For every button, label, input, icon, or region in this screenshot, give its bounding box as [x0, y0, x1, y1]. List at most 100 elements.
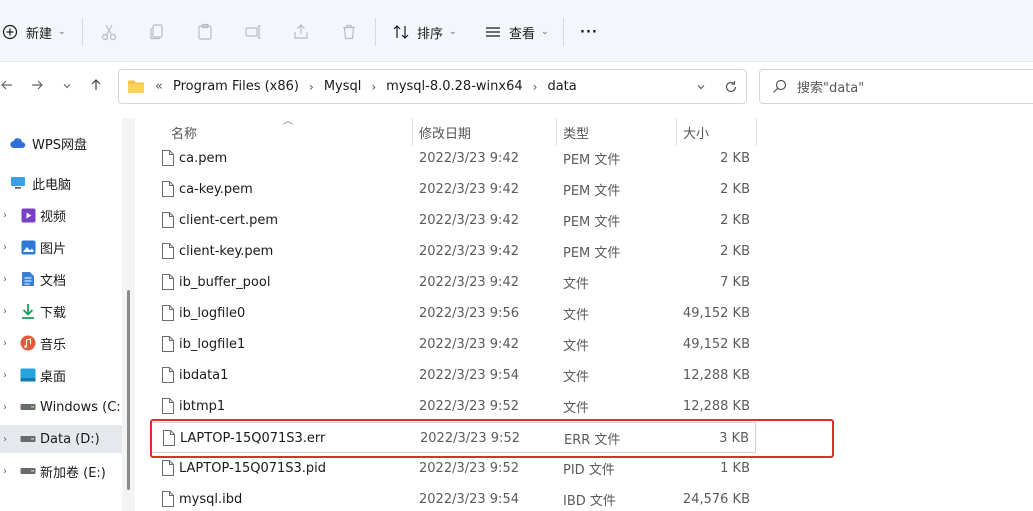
delete-button[interactable]	[339, 18, 359, 46]
chevron-right-icon[interactable]: ›	[0, 402, 10, 413]
column-header-date[interactable]: 修改日期	[419, 118, 471, 146]
search-placeholder: 搜索"data"	[797, 81, 865, 96]
file-size: 2 KB	[720, 182, 750, 197]
sidebar-item-drive-e[interactable]: › 新加卷 (E:)	[0, 457, 122, 485]
chevron-down-icon: ⌄	[449, 27, 457, 37]
share-button[interactable]	[291, 18, 311, 46]
sidebar-item-music[interactable]: › 音乐	[0, 329, 122, 357]
file-type: 文件	[563, 370, 590, 385]
rename-button[interactable]	[243, 18, 263, 46]
breadcrumb-item[interactable]: Program Files (x86)	[173, 79, 299, 94]
sidebar-item-desktop[interactable]: › 桌面	[0, 361, 122, 389]
file-row[interactable]: ib_logfile1 2022/3/23 9:42 文件 49,152 KB	[150, 329, 756, 360]
sidebar-item-videos[interactable]: › 视频	[0, 201, 122, 229]
breadcrumb-overflow[interactable]: «	[155, 79, 163, 94]
sidebar-scrollbar-thumb[interactable]	[127, 290, 130, 490]
back-button[interactable]	[0, 76, 14, 98]
more-options-button[interactable]: ···	[580, 18, 598, 46]
file-row[interactable]: ca-key.pem 2022/3/23 9:42 PEM 文件 2 KB	[150, 174, 756, 205]
sidebar-item-label: 文档	[40, 273, 67, 289]
column-header-type[interactable]: 类型	[563, 118, 589, 146]
chevron-right-icon[interactable]: ›	[309, 80, 314, 94]
toolbar-divider	[82, 18, 83, 46]
forward-button[interactable]	[29, 76, 45, 98]
column-divider[interactable]	[756, 118, 757, 146]
file-row[interactable]: mysql.ibd 2022/3/23 9:54 IBD 文件 24,576 KB	[150, 484, 756, 511]
cut-button[interactable]	[99, 18, 119, 46]
file-name: ibdata1	[179, 368, 229, 383]
file-type: PEM 文件	[563, 153, 621, 168]
arrow-up-icon	[89, 78, 103, 96]
column-divider[interactable]	[412, 118, 413, 146]
chevron-right-icon[interactable]: ›	[371, 80, 376, 94]
chevron-right-icon[interactable]: ›	[0, 242, 10, 253]
file-row[interactable]: ibtmp1 2022/3/23 9:52 文件 12,288 KB	[150, 391, 756, 422]
column-header-size[interactable]: 大小	[683, 118, 709, 146]
file-type: 文件	[563, 401, 590, 416]
file-row[interactable]: ib_buffer_pool 2022/3/23 9:42 文件 7 KB	[150, 267, 756, 298]
search-box[interactable]: 搜索"data"	[759, 69, 1033, 104]
column-divider[interactable]	[676, 118, 677, 146]
file-name: ib_logfile0	[179, 306, 246, 321]
file-date: 2022/3/23 9:42	[419, 275, 519, 290]
sidebar-item-label: 新加卷 (E:)	[40, 465, 106, 481]
view-button[interactable]: 查看 ⌄	[483, 18, 549, 46]
sidebar-item-drive-c[interactable]: › Windows (C:)	[0, 393, 126, 421]
video-folder-icon	[20, 207, 36, 223]
chevron-down-icon: ⌄	[58, 27, 66, 37]
address-bar[interactable]: « Program Files (x86) › Mysql › mysql-8.…	[118, 69, 747, 104]
sidebar-item-label: WPS网盘	[32, 137, 87, 153]
copy-button[interactable]	[147, 18, 167, 46]
address-history-chevron-icon[interactable]	[696, 82, 706, 92]
file-name: ib_logfile1	[179, 337, 246, 352]
file-type: PEM 文件	[563, 215, 621, 230]
chevron-right-icon[interactable]: ›	[0, 338, 10, 349]
chevron-right-icon[interactable]: ›	[533, 80, 538, 94]
file-type: PEM 文件	[563, 184, 621, 199]
new-button[interactable]: 新建 ⌄	[0, 18, 66, 46]
sidebar-item-this-pc[interactable]: 此电脑	[0, 169, 122, 197]
file-icon	[162, 305, 174, 321]
file-icon	[162, 212, 174, 228]
column-header-name[interactable]: 名称	[171, 118, 197, 146]
file-icon	[162, 460, 174, 476]
file-row[interactable]: client-key.pem 2022/3/23 9:42 PEM 文件 2 KB	[150, 236, 756, 267]
clipboard-icon	[195, 22, 215, 42]
sidebar-item-label: Windows (C:)	[40, 399, 126, 415]
paste-button[interactable]	[195, 18, 215, 46]
annotation-highlight-box	[150, 419, 834, 458]
column-divider[interactable]	[556, 118, 557, 146]
chevron-right-icon[interactable]: ›	[0, 434, 10, 445]
file-date: 2022/3/23 9:54	[419, 368, 519, 383]
chevron-right-icon[interactable]: ›	[0, 466, 10, 477]
file-row[interactable]: ibdata1 2022/3/23 9:54 文件 12,288 KB	[150, 360, 756, 391]
file-row[interactable]: ib_logfile0 2022/3/23 9:56 文件 49,152 KB	[150, 298, 756, 329]
chevron-right-icon[interactable]: ›	[0, 306, 10, 317]
file-date: 2022/3/23 9:42	[419, 213, 519, 228]
breadcrumb-item[interactable]: mysql-8.0.28-winx64	[386, 79, 522, 94]
sidebar-item-pictures[interactable]: › 图片	[0, 233, 122, 261]
file-size: 2 KB	[720, 244, 750, 259]
music-icon	[20, 335, 36, 351]
file-row[interactable]: ca.pem 2022/3/23 9:42 PEM 文件 2 KB	[150, 143, 756, 174]
file-type: 文件	[563, 308, 590, 323]
sidebar-item-downloads[interactable]: › 下载	[0, 297, 122, 325]
up-button[interactable]	[88, 76, 104, 98]
sidebar-item-label: Data (D:)	[40, 431, 100, 447]
sort-button[interactable]: 排序 ⌄	[391, 18, 457, 46]
sidebar-item-wps-cloud[interactable]: WPS网盘	[0, 129, 122, 157]
file-row[interactable]: client-cert.pem 2022/3/23 9:42 PEM 文件 2 KB	[150, 205, 756, 236]
chevron-right-icon[interactable]: ›	[0, 274, 10, 285]
chevron-right-icon[interactable]: ›	[0, 210, 10, 221]
sidebar-item-documents[interactable]: › 文档	[0, 265, 122, 293]
file-date: 2022/3/23 9:42	[419, 182, 519, 197]
file-name: mysql.ibd	[179, 492, 243, 507]
breadcrumb-item[interactable]: data	[547, 79, 576, 94]
chevron-right-icon[interactable]: ›	[0, 370, 10, 381]
file-name: ib_buffer_pool	[179, 275, 271, 290]
breadcrumb-item[interactable]: Mysql	[324, 79, 362, 94]
recent-locations-button[interactable]	[60, 76, 74, 98]
sidebar-item-drive-d[interactable]: › Data (D:)	[0, 425, 122, 453]
refresh-icon[interactable]	[724, 80, 738, 94]
sidebar-item-label: 视频	[40, 209, 67, 225]
